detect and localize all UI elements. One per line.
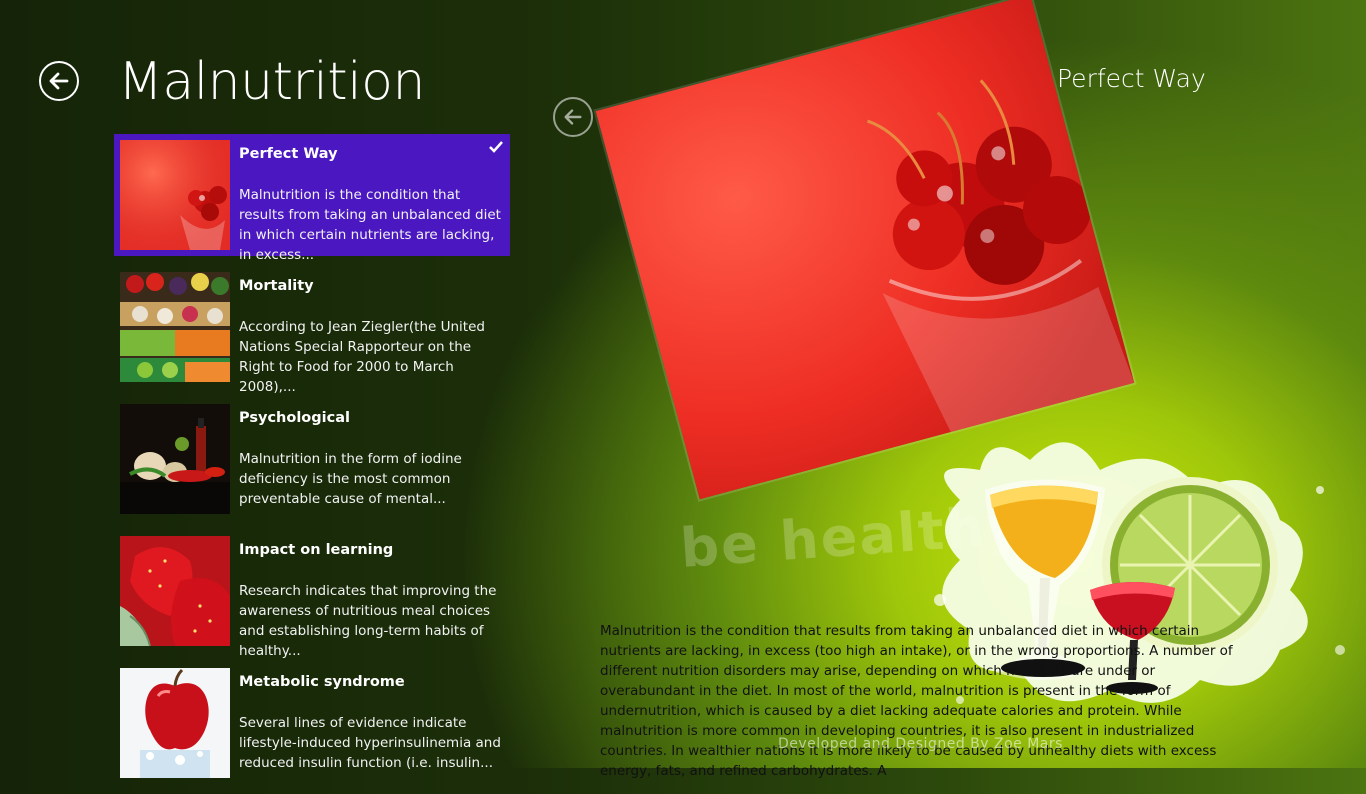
- item-title: Impact on learning: [239, 542, 394, 558]
- back-button[interactable]: [39, 61, 79, 101]
- item-description: Malnutrition is the condition that resul…: [239, 187, 501, 263]
- item-thumbnail: [120, 140, 230, 250]
- list-item-psychological[interactable]: Psychological Malnutrition in the form o…: [114, 398, 510, 520]
- developer-credit: Developed and Designed By Zoe Mars: [778, 736, 1063, 752]
- item-title: Metabolic syndrome: [239, 674, 405, 690]
- item-thumbnail: [120, 668, 230, 778]
- item-description: Malnutrition in the form of iodine defic…: [239, 451, 462, 507]
- detail-body-text: Malnutrition is the condition that resul…: [600, 623, 1233, 779]
- list-item-perfect-way[interactable]: Perfect Way Malnutrition is the conditio…: [114, 134, 510, 263]
- item-description: According to Jean Ziegler(the United Nat…: [239, 319, 485, 395]
- item-title: Mortality: [239, 278, 314, 294]
- page-title: Malnutrition: [118, 52, 425, 112]
- detail-back-button[interactable]: [553, 97, 593, 137]
- item-description: Research indicates that improving the aw…: [239, 583, 497, 659]
- list-item-metabolic-syndrome[interactable]: Metabolic syndrome Several lines of evid…: [114, 662, 510, 784]
- list-item-impact-on-learning[interactable]: Impact on learning Research indicates th…: [114, 530, 510, 659]
- item-thumbnail: [120, 272, 230, 382]
- arrow-left-icon: [49, 72, 69, 90]
- checkmark-icon: [489, 141, 503, 153]
- item-title: Psychological: [239, 410, 350, 426]
- item-thumbnail: [120, 404, 230, 514]
- item-description: Several lines of evidence indicate lifes…: [239, 715, 501, 771]
- arrow-left-icon: [564, 109, 582, 125]
- item-thumbnail: [120, 536, 230, 646]
- detail-title: Perfect Way: [1057, 64, 1206, 93]
- list-item-mortality[interactable]: Mortality According to Jean Ziegler(the …: [114, 266, 510, 395]
- topic-list: Perfect Way Malnutrition is the conditio…: [114, 134, 510, 794]
- item-title: Perfect Way: [239, 146, 338, 162]
